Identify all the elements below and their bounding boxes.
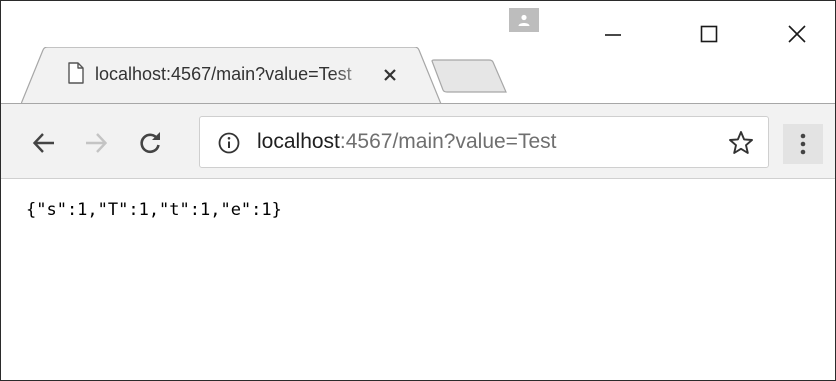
more-vertical-icon [800,133,806,155]
tab-strip: localhost:4567/main?value=Test [1,1,835,104]
json-response-text: {"s":1,"T":1,"t":1,"e":1} [26,200,282,220]
profile-button[interactable] [509,8,539,32]
page-content: {"s":1,"T":1,"t":1,"e":1} [1,179,835,380]
active-tab[interactable]: localhost:4567/main?value=Test [21,47,443,104]
reload-icon [140,132,160,154]
tab-close-button[interactable] [379,64,401,86]
reload-button[interactable] [135,128,165,158]
close-icon [788,25,806,43]
person-icon [518,14,530,26]
page-icon [68,62,84,84]
url-host: localhost [257,130,340,153]
star-icon[interactable] [728,130,754,156]
menu-button[interactable] [783,124,823,164]
browser-window: localhost:4567/main?value=Test localhost… [0,0,836,381]
toolbar: localhost:4567/main?value=Test [1,103,835,179]
url-path: :4567/main?value=Test [339,130,557,153]
window-close-button[interactable] [769,17,825,51]
forward-button[interactable] [81,128,111,158]
url-text[interactable]: localhost:4567/main?value=Test [257,130,556,154]
minimize-icon [605,34,621,36]
maximize-icon [700,25,718,43]
maximize-button[interactable] [681,17,737,51]
info-icon[interactable] [218,132,240,154]
back-arrow-icon [32,133,54,153]
tab-title: localhost:4567/main?value=Test [95,64,352,84]
close-icon [384,69,396,81]
new-tab-button[interactable] [431,59,507,93]
back-button[interactable] [29,128,59,158]
minimize-button[interactable] [585,17,641,51]
forward-arrow-icon [86,133,108,153]
address-bar[interactable]: localhost:4567/main?value=Test [199,116,769,168]
